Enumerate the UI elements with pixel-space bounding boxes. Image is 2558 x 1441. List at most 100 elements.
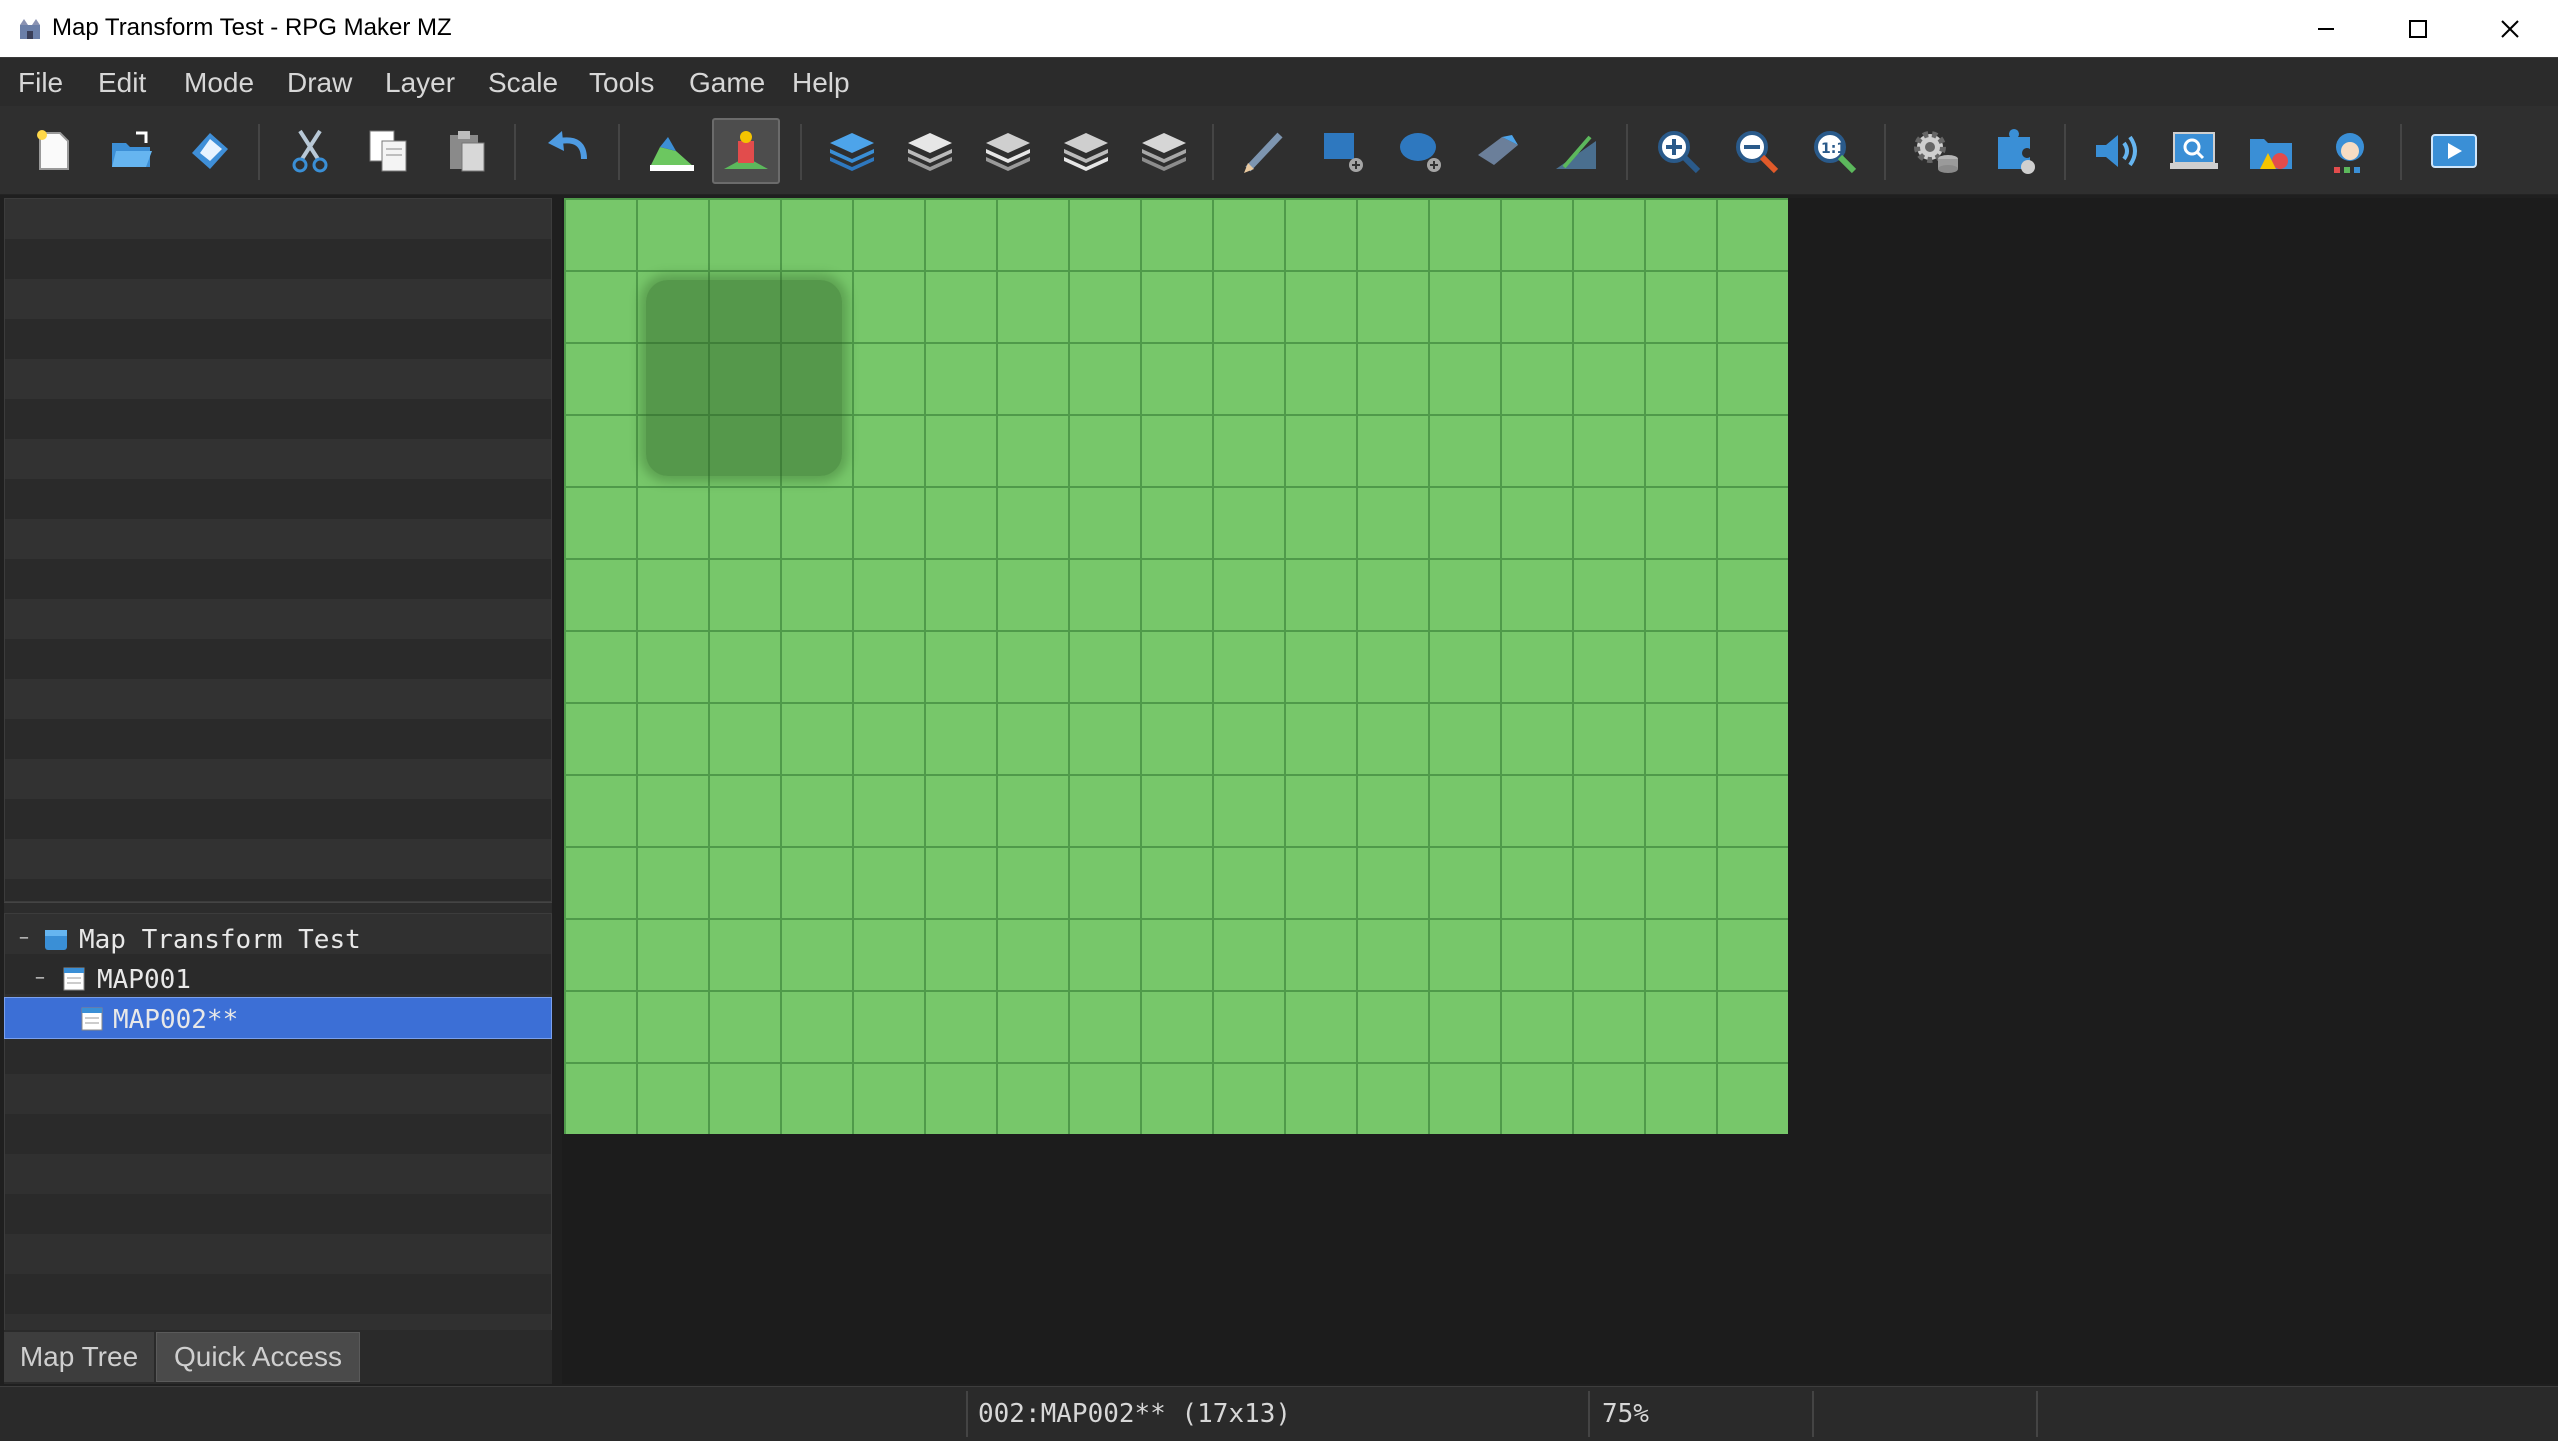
tab-quick-access[interactable]: Quick Access — [156, 1332, 360, 1382]
plugin-manager-button[interactable] — [1980, 118, 2048, 184]
menu-game[interactable]: Game — [687, 67, 767, 99]
close-icon — [2501, 19, 2519, 38]
tab-map-tree[interactable]: Map Tree — [4, 1332, 154, 1382]
app-icon — [20, 19, 40, 39]
zoom-actual-icon: 1:1 — [1814, 131, 1857, 174]
copy-button[interactable] — [354, 118, 422, 184]
layer-1-button[interactable] — [896, 118, 964, 184]
collapse-icon[interactable]: − — [17, 928, 31, 947]
paste-button[interactable] — [432, 118, 500, 184]
menu-mode[interactable]: Mode — [182, 67, 256, 99]
map-icon — [81, 1007, 103, 1031]
toolbar: 1:1 — [0, 106, 2558, 195]
menu-scale[interactable]: Scale — [486, 67, 560, 99]
zoom-out-icon — [1736, 131, 1779, 174]
layer-3-icon — [1064, 133, 1108, 171]
toolbar-separator — [2400, 124, 2402, 180]
toolbar-separator — [1884, 124, 1886, 180]
close-button[interactable] — [2464, 0, 2556, 57]
resource-manager-button[interactable] — [2238, 118, 2306, 184]
event-searcher-icon — [2170, 132, 2218, 169]
map-canvas-area[interactable] — [562, 198, 2558, 1384]
tree-item-label: Map Transform Test — [79, 925, 361, 955]
toolbar-separator — [2064, 124, 2066, 180]
toolbar-separator — [800, 124, 802, 180]
event-mode-button[interactable] — [712, 118, 780, 184]
undo-button[interactable] — [534, 118, 602, 184]
map-mode-button[interactable] — [638, 118, 706, 184]
open-project-icon — [112, 131, 152, 167]
database-button[interactable] — [1902, 118, 1970, 184]
layer-auto-icon — [830, 133, 874, 171]
sound-test-button[interactable] — [2082, 118, 2150, 184]
event-mode-icon — [724, 131, 768, 169]
layer-1-icon — [908, 133, 952, 171]
panel-splitter[interactable] — [4, 902, 552, 913]
layer-auto-button[interactable] — [818, 118, 886, 184]
map-mode-icon — [650, 137, 694, 171]
open-project-button[interactable] — [98, 118, 166, 184]
minimize-icon — [2318, 27, 2334, 30]
save-project-button[interactable] — [176, 118, 244, 184]
layer-4-icon — [1142, 133, 1186, 171]
database-icon — [1914, 131, 1958, 173]
tree-item-map001[interactable]: − MAP001 — [5, 958, 551, 998]
cut-button[interactable] — [276, 118, 344, 184]
event-searcher-button[interactable] — [2160, 118, 2228, 184]
sound-test-icon — [2096, 135, 2137, 167]
pencil-icon — [1244, 132, 1283, 173]
zoom-out-button[interactable] — [1722, 118, 1790, 184]
tileset-palette[interactable] — [4, 198, 552, 902]
character-generator-button[interactable] — [2316, 118, 2384, 184]
minimize-button[interactable] — [2280, 0, 2372, 57]
plugin-manager-icon — [1998, 129, 2035, 174]
menu-help[interactable]: Help — [790, 67, 852, 99]
paste-icon — [450, 131, 485, 172]
tree-item-map002[interactable]: MAP002** — [4, 997, 552, 1039]
ellipse-button[interactable] — [1386, 118, 1454, 184]
status-divider — [966, 1391, 968, 1437]
playtest-button[interactable] — [2420, 118, 2488, 184]
flood-fill-button[interactable] — [1464, 118, 1532, 184]
maximize-button[interactable] — [2372, 0, 2464, 57]
svg-text:1:1: 1:1 — [1821, 141, 1846, 157]
cut-icon — [292, 129, 328, 173]
map-icon — [63, 967, 85, 991]
status-map-info: 002:MAP002** (17x13) — [978, 1399, 1292, 1429]
toolbar-separator — [514, 124, 516, 180]
collapse-icon[interactable]: − — [33, 968, 47, 987]
new-project-button[interactable] — [20, 118, 88, 184]
zoom-in-button[interactable] — [1644, 118, 1712, 184]
layer-4-button[interactable] — [1130, 118, 1198, 184]
layer-3-button[interactable] — [1052, 118, 1120, 184]
layer-2-button[interactable] — [974, 118, 1042, 184]
menu-edit[interactable]: Edit — [96, 67, 148, 99]
copy-icon — [369, 130, 407, 172]
map-tree: − Map Transform Test − MAP001 MAP002** — [4, 913, 552, 1331]
ellipse-icon — [1400, 133, 1441, 172]
window-title: Map Transform Test - RPG Maker MZ — [52, 14, 452, 41]
status-divider — [2036, 1391, 2038, 1437]
pencil-button[interactable] — [1230, 118, 1298, 184]
rectangle-button[interactable] — [1308, 118, 1376, 184]
rectangle-icon — [1324, 133, 1363, 172]
status-zoom: 75% — [1602, 1399, 1649, 1429]
save-project-icon — [192, 133, 228, 169]
playtest-icon — [2431, 134, 2477, 168]
project-icon — [45, 930, 67, 950]
status-divider — [1812, 1391, 1814, 1437]
toolbar-separator — [618, 124, 620, 180]
menu-tools[interactable]: Tools — [587, 67, 656, 99]
maximize-icon — [2409, 19, 2427, 38]
menu-layer[interactable]: Layer — [383, 67, 457, 99]
menu-draw[interactable]: Draw — [285, 67, 354, 99]
map-grid[interactable] — [564, 198, 1788, 1134]
tree-item-project[interactable]: − Map Transform Test — [5, 918, 551, 958]
shadow-pen-button[interactable] — [1542, 118, 1610, 184]
flood-fill-icon — [1478, 135, 1518, 165]
new-project-icon — [37, 130, 69, 170]
undo-icon — [548, 131, 587, 160]
menu-file[interactable]: File — [16, 67, 65, 99]
zoom-actual-button[interactable]: 1:1 — [1800, 118, 1868, 184]
zoom-in-icon — [1658, 131, 1701, 174]
